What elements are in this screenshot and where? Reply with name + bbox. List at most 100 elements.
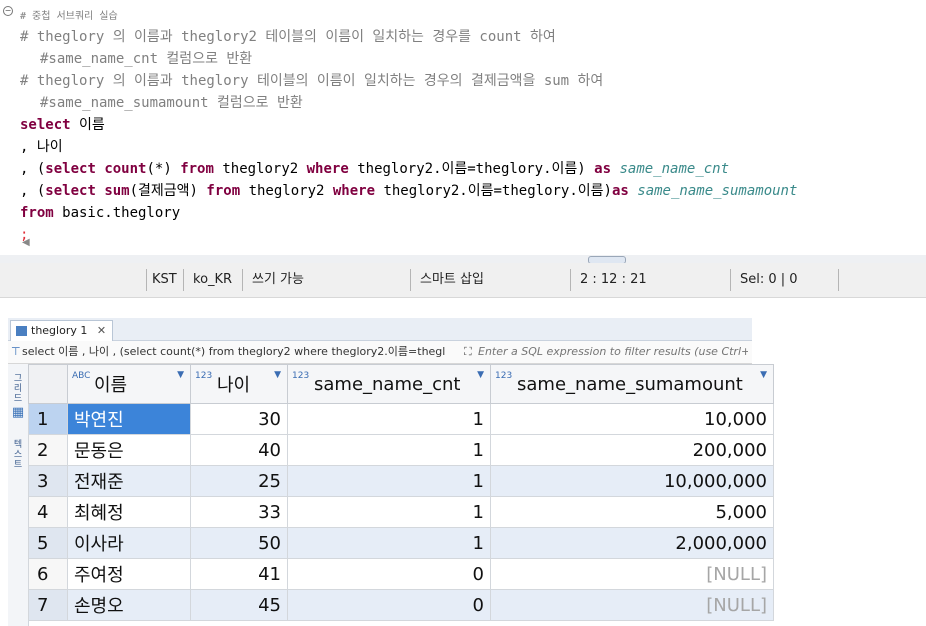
- row-number[interactable]: 1: [28, 403, 68, 435]
- table-row[interactable]: 3 전재준 25 1 10,000,000: [28, 465, 774, 497]
- code-line-4: # theglory 의 이름과 theglory 테이블의 이름이 일치하는 …: [20, 70, 603, 92]
- code-line-7: , 나이: [20, 139, 63, 155]
- divider: [146, 269, 147, 291]
- cell-sum[interactable]: 10,000,000: [490, 465, 774, 497]
- cell-cnt[interactable]: 1: [287, 527, 491, 559]
- divider: [242, 269, 243, 291]
- cursor-position: 2 : 12 : 21: [580, 272, 647, 287]
- number-type-icon: 123: [195, 371, 213, 381]
- sql-keyword: from: [180, 161, 214, 177]
- column-header-same-name-sumamount[interactable]: 123 same_name_sumamount ▼: [490, 364, 774, 404]
- close-icon[interactable]: ✕: [97, 324, 106, 337]
- cell-name[interactable]: 박연진: [67, 403, 191, 435]
- sql-keyword: select: [45, 161, 96, 177]
- column-label: 나이: [217, 375, 251, 396]
- cell-sum[interactable]: 200,000: [490, 434, 774, 466]
- cell-name[interactable]: 손명오: [67, 589, 191, 621]
- number-type-icon: 123: [292, 371, 310, 381]
- cell-sum[interactable]: 5,000: [490, 496, 774, 528]
- scroll-left-icon[interactable]: ◀: [22, 237, 30, 248]
- sql-keyword: from: [206, 183, 241, 199]
- query-preview[interactable]: select 이름 , 나이 , (select count(*) from t…: [22, 341, 460, 363]
- grid-icon[interactable]: ▦: [10, 406, 26, 419]
- cell-cnt[interactable]: 1: [287, 465, 491, 497]
- result-grid[interactable]: ABC 이름 ▼ 123 나이 ▼ 123 same_name_cnt ▼ 12…: [28, 364, 774, 621]
- write-mode-status: 쓰기 가능: [252, 272, 304, 287]
- sort-arrow-icon[interactable]: ▼: [274, 370, 281, 380]
- table-row[interactable]: 4 최혜정 33 1 5,000: [28, 496, 774, 528]
- filter-input[interactable]: [478, 343, 748, 360]
- cell-cnt[interactable]: 1: [287, 434, 491, 466]
- row-number[interactable]: 4: [28, 496, 68, 528]
- sort-arrow-icon[interactable]: ▼: [177, 370, 184, 380]
- code-line-10: from basic.theglory: [20, 205, 181, 221]
- sql-keyword: from: [20, 205, 54, 221]
- cell-age[interactable]: 33: [190, 496, 288, 528]
- cell-name[interactable]: 문동은: [67, 434, 191, 466]
- column-header-same-name-cnt[interactable]: 123 same_name_cnt ▼: [287, 364, 491, 404]
- sort-arrow-icon[interactable]: ▼: [477, 370, 484, 380]
- row-number[interactable]: 6: [28, 558, 68, 590]
- sort-arrow-icon[interactable]: ▼: [760, 370, 767, 380]
- cell-name[interactable]: 이사라: [67, 527, 191, 559]
- row-number[interactable]: 3: [28, 465, 68, 497]
- cell-cnt[interactable]: 0: [287, 558, 491, 590]
- table-row[interactable]: 2 문동은 40 1 200,000: [28, 434, 774, 466]
- cell-age[interactable]: 30: [190, 403, 288, 435]
- cell-age[interactable]: 45: [190, 589, 288, 621]
- locale-status: ko_KR: [193, 272, 233, 287]
- cell-cnt[interactable]: 0: [287, 589, 491, 621]
- column-header-name[interactable]: ABC 이름 ▼: [67, 364, 191, 404]
- table-row[interactable]: 1 박연진 30 1 10,000: [28, 403, 774, 435]
- row-number[interactable]: 2: [28, 434, 68, 466]
- row-number-header[interactable]: [28, 364, 68, 404]
- cell-age[interactable]: 40: [190, 434, 288, 466]
- grid-view-tab[interactable]: 그리드: [10, 374, 26, 404]
- cell-name[interactable]: 최혜정: [67, 496, 191, 528]
- cell-age[interactable]: 50: [190, 527, 288, 559]
- cell-sum-null[interactable]: [NULL]: [490, 589, 774, 621]
- code-line-9: , (select sum(결제금액) from theglory2 where…: [20, 183, 798, 199]
- column-header-age[interactable]: 123 나이 ▼: [190, 364, 288, 404]
- code-line-5: #same_name_sumamount 컬럼으로 반환: [40, 92, 303, 114]
- horizontal-scrollbar[interactable]: ◀: [0, 234, 926, 254]
- cell-sum[interactable]: 2,000,000: [490, 527, 774, 559]
- expand-icon[interactable]: ⛶: [464, 341, 472, 363]
- sql-keyword: select: [45, 183, 96, 199]
- table-row[interactable]: 6 주여정 41 0 [NULL]: [28, 558, 774, 590]
- code-line-8: , (select count(*) from theglory2 where …: [20, 161, 730, 177]
- divider: [570, 269, 571, 291]
- view-side-tabs: 그리드 ▦ 텍스트: [8, 364, 29, 626]
- table-row[interactable]: 7 손명오 45 0 [NULL]: [28, 589, 774, 621]
- tab-label: theglory 1: [31, 324, 88, 337]
- column-label: 이름: [94, 375, 128, 396]
- cell-name[interactable]: 전재준: [67, 465, 191, 497]
- cell-sum-null[interactable]: [NULL]: [490, 558, 774, 590]
- column-alias: same_name_cnt: [619, 161, 730, 177]
- sql-editor[interactable]: − # 중첩 서브쿼리 실습 # theglory 의 이름과 theglory…: [0, 0, 926, 255]
- sql-keyword: sum: [104, 183, 130, 199]
- panel-splitter[interactable]: [0, 255, 926, 264]
- row-number[interactable]: 7: [28, 589, 68, 621]
- row-number[interactable]: 5: [28, 527, 68, 559]
- tab-theglory-1[interactable]: theglory 1 ✕: [10, 320, 114, 341]
- sql-keyword: select: [20, 117, 71, 133]
- cell-age[interactable]: 25: [190, 465, 288, 497]
- column-alias: same_name_sumamount: [637, 183, 798, 199]
- results-panel: theglory 1 ✕ ⊤ select 이름 , 나이 , (select …: [0, 298, 926, 626]
- comment-text: # 중첩 서브쿼리 실습: [20, 11, 118, 22]
- text-view-tab[interactable]: 텍스트: [10, 440, 26, 470]
- sql-keyword: where: [306, 161, 349, 177]
- cell-cnt[interactable]: 1: [287, 403, 491, 435]
- cell-age[interactable]: 41: [190, 558, 288, 590]
- cell-cnt[interactable]: 1: [287, 496, 491, 528]
- divider: [838, 269, 839, 291]
- cell-sum[interactable]: 10,000: [490, 403, 774, 435]
- filter-bar: ⊤ select 이름 , 나이 , (select count(*) from…: [8, 341, 752, 364]
- sql-keyword: count: [104, 161, 147, 177]
- table-row[interactable]: 5 이사라 50 1 2,000,000: [28, 527, 774, 559]
- comment-text: #same_name_sumamount 컬럼으로 반환: [40, 95, 303, 111]
- cell-name[interactable]: 주여정: [67, 558, 191, 590]
- selection-status: Sel: 0 | 0: [740, 272, 798, 287]
- fold-collapse-icon[interactable]: −: [3, 6, 13, 16]
